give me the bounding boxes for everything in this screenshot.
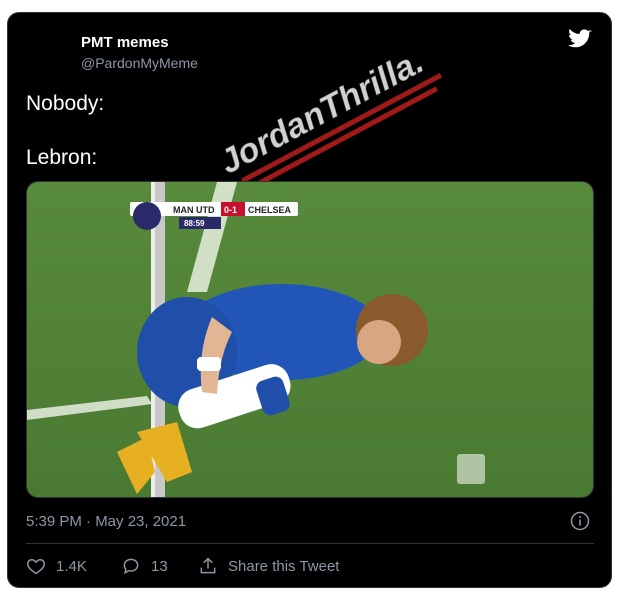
svg-text:MAN UTD: MAN UTD bbox=[173, 205, 215, 215]
reply-icon bbox=[123, 558, 139, 575]
heart-icon bbox=[26, 558, 46, 575]
twitter-bird-icon[interactable] bbox=[567, 27, 593, 51]
info-icon[interactable] bbox=[570, 511, 590, 531]
reply-count: 13 bbox=[151, 557, 168, 575]
display-name[interactable]: PMT memes bbox=[81, 34, 169, 51]
share-icon bbox=[200, 557, 216, 574]
svg-text:0-1: 0-1 bbox=[224, 205, 237, 215]
like-button[interactable]: 1.4K bbox=[26, 554, 87, 578]
handle[interactable]: @PardonMyMeme bbox=[81, 55, 198, 71]
svg-text:CHELSEA: CHELSEA bbox=[248, 205, 292, 215]
share-button[interactable]: Share this Tweet bbox=[198, 554, 339, 578]
broadcaster-logo bbox=[457, 454, 485, 484]
timestamp[interactable]: 5:39 PM · May 23, 2021 bbox=[26, 513, 186, 530]
avatar[interactable] bbox=[26, 31, 74, 79]
watermark-logo: JordanThrilla. bbox=[213, 42, 443, 188]
tweet-text-line-2: Lebron: bbox=[26, 146, 98, 169]
tweet-text-line-1: Nobody: bbox=[26, 92, 105, 115]
tweet-card: PMT memes @PardonMyMeme Nobody: Lebron: … bbox=[7, 12, 612, 588]
football-photo: MAN UTD 0-1 CHELSEA 88:59 bbox=[27, 182, 593, 497]
svg-text:88:59: 88:59 bbox=[184, 219, 205, 228]
divider bbox=[26, 543, 594, 544]
reply-button[interactable]: 13 bbox=[121, 554, 168, 578]
tweet-media[interactable]: MAN UTD 0-1 CHELSEA 88:59 bbox=[26, 181, 594, 498]
share-label: Share this Tweet bbox=[228, 557, 340, 575]
like-count: 1.4K bbox=[56, 557, 87, 575]
